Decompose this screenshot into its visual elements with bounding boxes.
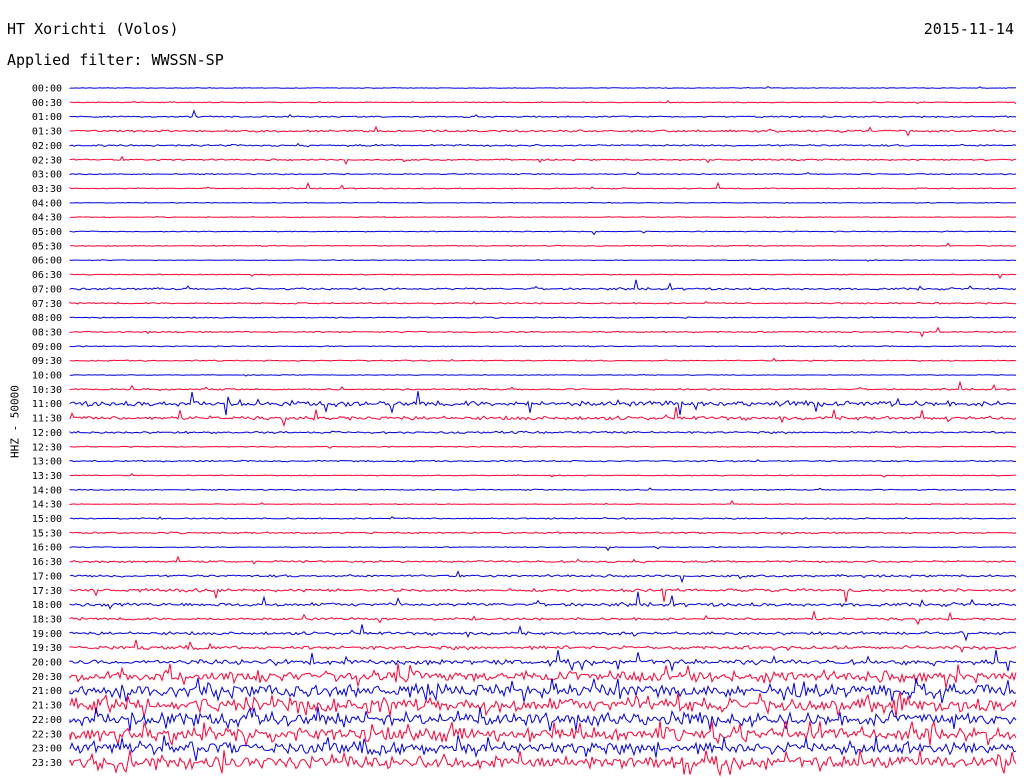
trace-line — [69, 300, 1017, 305]
time-label: 03:00 — [32, 170, 62, 181]
time-label: 11:30 — [32, 414, 62, 425]
time-label: 17:00 — [32, 571, 62, 582]
trace-line — [69, 201, 1017, 204]
trace-line — [69, 546, 1017, 552]
time-label: 23:30 — [32, 758, 62, 769]
trace-line — [69, 86, 1017, 89]
time-label: 12:00 — [32, 428, 62, 439]
trace-line — [69, 691, 1017, 718]
time-label: 15:30 — [32, 528, 62, 539]
time-label: 18:00 — [32, 600, 62, 611]
trace-line — [69, 639, 1017, 654]
time-label: 13:30 — [32, 471, 62, 482]
trace-line — [69, 516, 1017, 520]
time-label: 17:30 — [32, 586, 62, 597]
trace-line — [69, 487, 1017, 491]
trace-line — [69, 677, 1017, 704]
trace-line — [69, 279, 1017, 291]
time-label: 14:00 — [32, 485, 62, 496]
trace-line — [69, 459, 1017, 463]
time-label: 10:30 — [32, 385, 62, 396]
trace-line — [69, 555, 1017, 565]
time-label: 08:30 — [32, 327, 62, 338]
time-label: 00:30 — [32, 98, 62, 109]
trace-line — [69, 326, 1017, 338]
time-label: 05:00 — [32, 227, 62, 238]
trace-line — [69, 216, 1017, 219]
time-label: 21:30 — [32, 701, 62, 712]
trace-line — [69, 345, 1017, 348]
time-label: 02:00 — [32, 141, 62, 152]
trace-line — [69, 749, 1017, 777]
time-label: 19:30 — [32, 643, 62, 654]
trace-line — [69, 706, 1017, 732]
time-label: 06:00 — [32, 256, 62, 267]
time-label: 22:00 — [32, 715, 62, 726]
seismogram-plot: 00:00 00:30 01:00 01:30 02:00 02:30 03:00 03:30… — [32, 84, 1017, 777]
time-label: 20:00 — [32, 658, 62, 669]
time-label: 20:30 — [32, 672, 62, 683]
trace-line — [69, 125, 1017, 137]
trace-line — [69, 380, 1017, 392]
time-label: 15:00 — [32, 514, 62, 525]
time-label: 04:30 — [32, 213, 62, 224]
trace-group — [69, 86, 1017, 777]
time-label: 16:30 — [32, 557, 62, 568]
trace-line — [69, 500, 1017, 506]
time-label: 14:30 — [32, 500, 62, 511]
trace-line — [69, 99, 1017, 105]
time-label: 10:00 — [32, 371, 62, 382]
trace-line — [69, 570, 1017, 584]
time-label: 09:00 — [32, 342, 62, 353]
time-label: 09:30 — [32, 356, 62, 367]
trace-line — [69, 649, 1016, 673]
trace-line — [69, 259, 1017, 262]
time-label: 02:30 — [32, 155, 62, 166]
time-label: 03:30 — [32, 184, 62, 195]
time-label: 07:30 — [32, 299, 62, 310]
trace-line — [69, 591, 1017, 610]
time-label: 05:30 — [32, 241, 62, 252]
time-label: 04:00 — [32, 198, 62, 209]
trace-line — [69, 109, 1016, 119]
trace-line — [69, 391, 1017, 416]
time-label: 12:30 — [32, 442, 62, 453]
trace-line — [69, 735, 1017, 761]
time-label: 07:00 — [32, 284, 62, 295]
time-label: 01:00 — [32, 112, 62, 123]
time-label: 21:00 — [32, 686, 62, 697]
trace-line — [69, 663, 1017, 689]
trace-line — [69, 430, 1017, 435]
time-label: 16:00 — [32, 543, 62, 554]
time-label: 22:30 — [32, 729, 62, 740]
time-label: 18:30 — [32, 614, 62, 625]
time-label: 08:00 — [32, 313, 62, 324]
time-label: 06:30 — [32, 270, 62, 281]
trace-line — [69, 472, 1017, 478]
trace-line — [69, 357, 1016, 362]
time-label-group: 00:00 00:30 01:00 01:30 02:00 02:30 03:00 03:30… — [32, 84, 62, 769]
time-label: 01:30 — [32, 127, 62, 138]
trace-line — [69, 407, 1017, 428]
time-label: 11:00 — [32, 399, 62, 410]
trace-line — [69, 531, 1017, 536]
trace-line — [69, 587, 1017, 603]
trace-line — [69, 624, 1017, 642]
time-label: 23:00 — [32, 744, 62, 755]
trace-line — [69, 609, 1017, 626]
trace-line — [69, 142, 1017, 148]
trace-line — [69, 181, 1017, 190]
trace-line — [69, 155, 1017, 166]
trace-line — [69, 171, 1017, 176]
trace-line — [69, 316, 1017, 319]
time-label: 19:00 — [32, 629, 62, 640]
time-label: 00:00 — [32, 84, 62, 95]
trace-line — [69, 373, 1016, 377]
time-label: 13:00 — [32, 457, 62, 468]
trace-line — [69, 242, 1017, 247]
trace-line — [69, 230, 1016, 236]
trace-line — [69, 445, 1017, 449]
trace-line — [69, 273, 1017, 280]
